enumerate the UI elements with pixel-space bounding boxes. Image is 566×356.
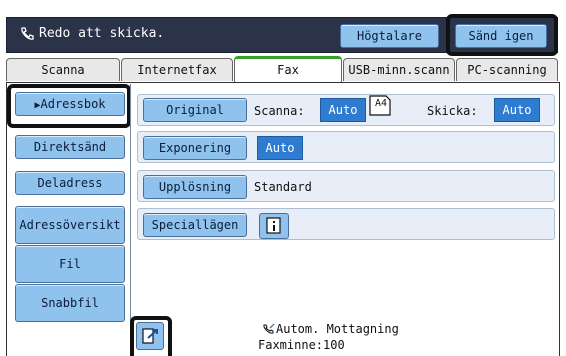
address-book-label: Adressbok bbox=[40, 97, 106, 111]
address-book-button[interactable]: ▶Adressbok bbox=[15, 92, 125, 116]
resolution-value: Standard bbox=[254, 180, 312, 194]
fax-memory-label: Faxminne:100 bbox=[258, 338, 345, 352]
preview-icon bbox=[142, 328, 158, 344]
info-button[interactable] bbox=[259, 213, 289, 239]
auto-receive-label: Autom. Mottagning bbox=[276, 322, 399, 336]
mode-tabs: Scanna Internetfax Fax USB-minn.scann PC… bbox=[6, 56, 558, 85]
menu-divider bbox=[130, 84, 131, 324]
original-button[interactable]: Original bbox=[143, 98, 247, 122]
preview-button[interactable] bbox=[136, 322, 164, 350]
address-review-button[interactable]: Adressöversikt bbox=[15, 206, 125, 244]
direct-send-button[interactable]: Direktsänd bbox=[15, 135, 125, 159]
status-text: Redo att skicka. bbox=[39, 26, 165, 41]
sub-address-button[interactable]: Deladress bbox=[15, 171, 125, 195]
send-label: Skicka: bbox=[427, 104, 478, 118]
scan-value: Auto bbox=[320, 98, 366, 122]
tab-internetfax[interactable]: Internetfax bbox=[121, 58, 233, 81]
tab-scan[interactable]: Scanna bbox=[6, 58, 120, 81]
exposure-button[interactable]: Exponering bbox=[143, 136, 247, 160]
fax-screen: Redo att skicka. Högtalare Sänd igen Sca… bbox=[0, 0, 566, 356]
send-value: Auto bbox=[494, 98, 540, 122]
speaker-button[interactable]: Högtalare bbox=[340, 24, 439, 48]
auto-receive-icon bbox=[263, 323, 275, 334]
phone-icon bbox=[21, 27, 34, 40]
paper-size-label: A4 bbox=[375, 98, 388, 109]
info-icon bbox=[266, 217, 281, 234]
resend-button[interactable]: Sänd igen bbox=[455, 24, 547, 48]
special-modes-button[interactable]: Speciallägen bbox=[143, 213, 247, 237]
tab-pc-scanning[interactable]: PC-scanning bbox=[456, 58, 558, 81]
tab-fax[interactable]: Fax bbox=[234, 56, 342, 85]
resolution-button[interactable]: Upplösning bbox=[143, 175, 247, 199]
file-button[interactable]: Fil bbox=[15, 245, 125, 283]
quick-file-button[interactable]: Snabbfil bbox=[15, 284, 125, 322]
scan-label: Scanna: bbox=[254, 104, 305, 118]
exposure-value: Auto bbox=[257, 136, 303, 160]
tab-usb-scan[interactable]: USB-minn.scann bbox=[343, 58, 455, 81]
